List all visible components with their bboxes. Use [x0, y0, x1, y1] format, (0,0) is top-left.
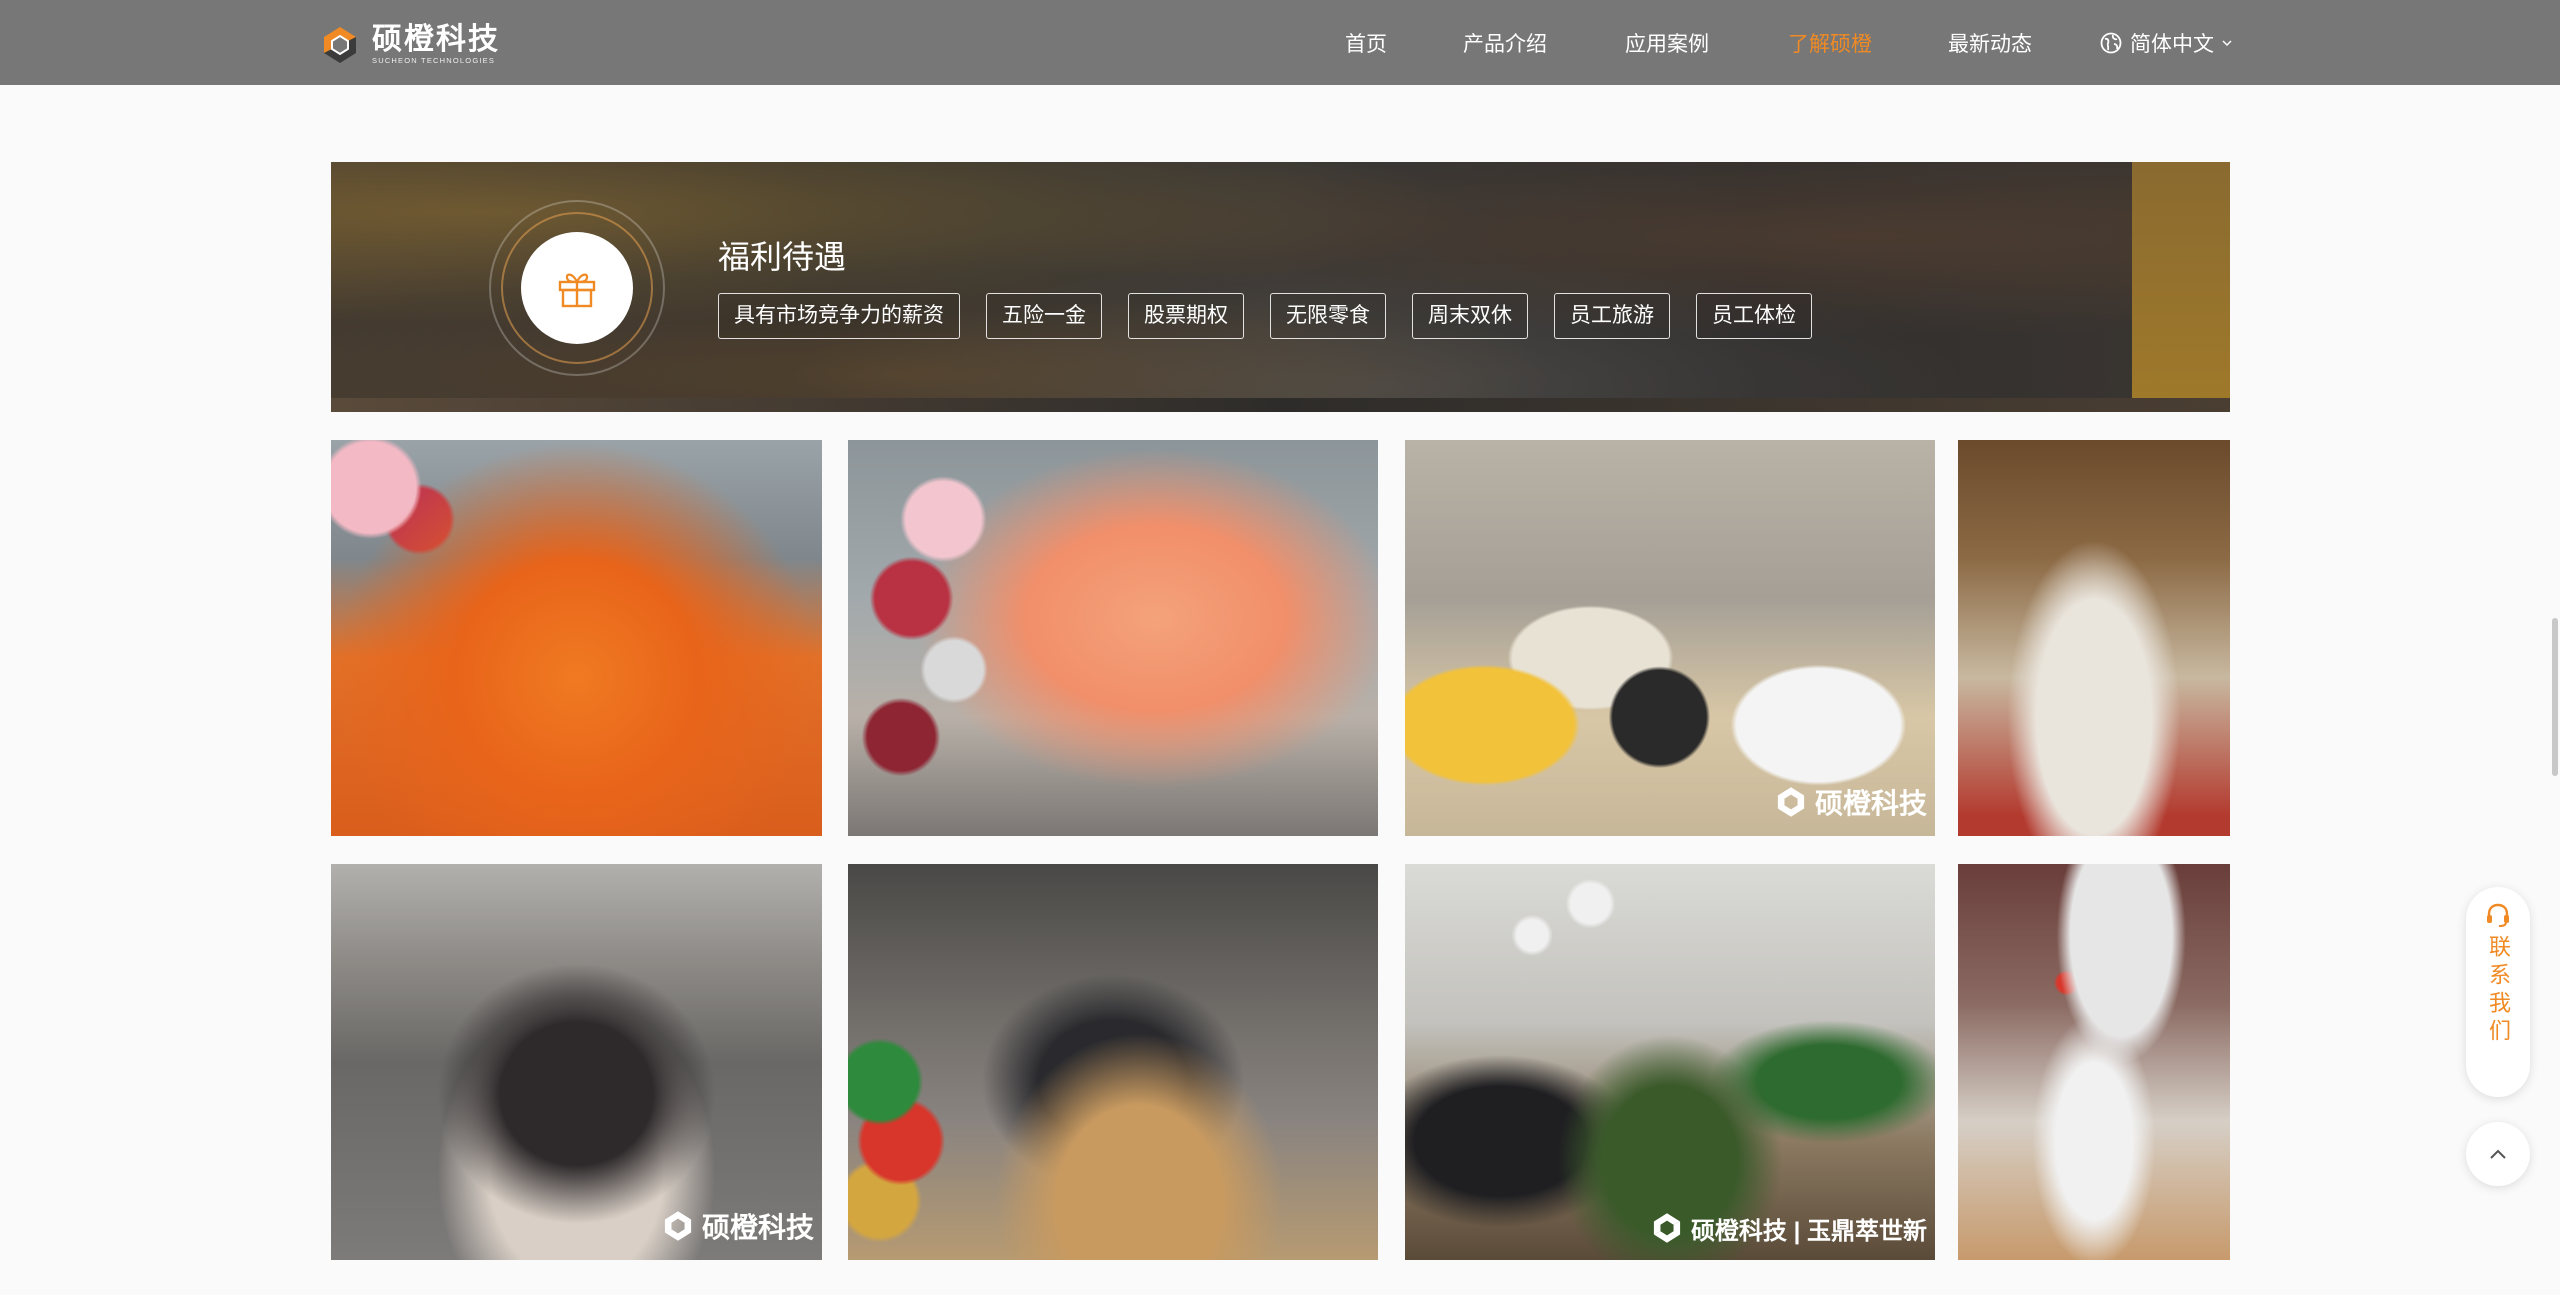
benefit-tag: 股票期权 [1128, 293, 1244, 339]
photo-watermark: 硕橙科技 [660, 1206, 814, 1246]
logo-english-name: SUCHEON TECHNOLOGIES [372, 56, 496, 65]
photo-snack-party[interactable] [848, 864, 1378, 1260]
photo-meeting-audience[interactable]: 硕橙科技 [1405, 440, 1935, 836]
back-to-top-button[interactable] [2466, 1122, 2530, 1186]
company-logo[interactable]: 硕橙科技 SUCHEON TECHNOLOGIES [318, 20, 508, 70]
watermark-text: 硕橙科技 | 玉鼎萃世新 [1690, 1217, 1927, 1245]
benefit-tag: 周末双休 [1412, 293, 1528, 339]
watermark-text: 硕橙科技 [701, 1212, 814, 1243]
chevron-down-icon [2222, 40, 2232, 47]
watermark-logo-icon [664, 1211, 692, 1241]
benefits-title: 福利待遇 [718, 239, 847, 275]
contact-us-label: 联系我们 [2486, 935, 2511, 1047]
photo-banquet-hall[interactable] [1958, 864, 2230, 1260]
photo-watermark: 硕橙科技 | 玉鼎萃世新 [1649, 1210, 1927, 1246]
watermark-logo-icon [1653, 1213, 1681, 1243]
watermark-logo-icon [1777, 787, 1805, 817]
contact-us-button[interactable]: 联系我们 [2466, 887, 2530, 1097]
photo-group-seated[interactable] [1958, 440, 2230, 836]
chevron-up-icon [2490, 1149, 2506, 1159]
page-scrollbar[interactable] [2552, 618, 2558, 776]
logo-chinese-name: 硕橙科技 [372, 23, 500, 56]
nav-news[interactable]: 最新动态 [1948, 28, 2032, 58]
photo-orange-team[interactable] [331, 440, 822, 836]
benefit-tag: 无限零食 [1270, 293, 1386, 339]
nav-cases[interactable]: 应用案例 [1625, 28, 1709, 58]
nav-about[interactable]: 了解硕橙 [1788, 28, 1872, 58]
gift-icon [558, 273, 596, 308]
language-selector[interactable]: 简体中文 [2100, 28, 2232, 58]
photo-flower-workshop[interactable]: 硕橙科技 | 玉鼎萃世新 [1405, 864, 1935, 1260]
nav-home[interactable]: 首页 [1345, 28, 1387, 58]
benefits-banner: 福利待遇 具有市场竞争力的薪资 五险一金 股票期权 无限零食 周末双休 员工旅游… [331, 162, 2230, 412]
top-navigation-bar: 硕橙科技 SUCHEON TECHNOLOGIES 首页 产品介绍 应用案例 了… [0, 0, 2560, 85]
globe-icon [2100, 32, 2122, 54]
photo-balloon-arch[interactable] [848, 440, 1378, 836]
language-label: 简体中文 [2130, 33, 2214, 56]
benefit-tag: 员工体检 [1696, 293, 1812, 339]
headset-icon [2487, 903, 2509, 927]
banner-bottom-strip [331, 398, 2230, 412]
logo-mark-icon [318, 23, 362, 67]
banner-photo-edge [2132, 162, 2230, 412]
benefit-tag: 具有市场竞争力的薪资 [718, 293, 960, 339]
benefits-tag-list: 具有市场竞争力的薪资 五险一金 股票期权 无限零食 周末双休 员工旅游 员工体检 [718, 293, 1838, 339]
benefit-tag: 员工旅游 [1554, 293, 1670, 339]
photo-company-group[interactable]: 硕橙科技 [331, 864, 822, 1260]
nav-products[interactable]: 产品介绍 [1463, 28, 1547, 58]
benefit-tag: 五险一金 [986, 293, 1102, 339]
photo-watermark: 硕橙科技 [1773, 782, 1927, 822]
watermark-text: 硕橙科技 [1814, 788, 1927, 819]
gift-badge [521, 232, 633, 344]
